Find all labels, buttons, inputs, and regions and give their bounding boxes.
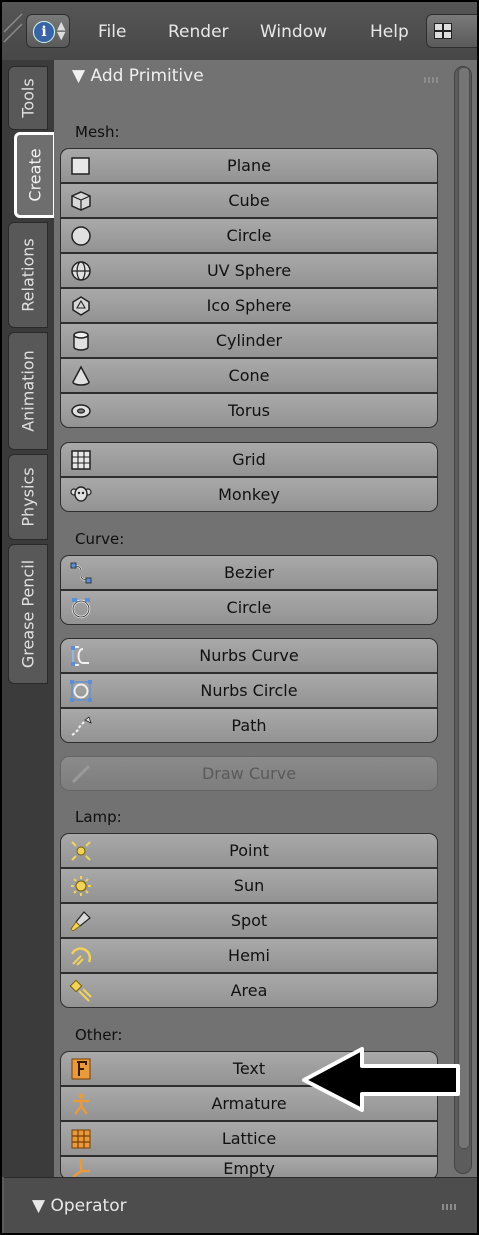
add-bezier-circle-button[interactable]: Circle [60, 590, 438, 625]
add-circle-button[interactable]: Circle [60, 218, 438, 253]
section-label-curve: Curve: [75, 530, 125, 548]
add-nurbs-curve-button[interactable]: Nurbs Curve [60, 638, 438, 673]
add-plane-button[interactable]: Plane [60, 148, 438, 183]
tab-relations[interactable]: Relations [8, 222, 48, 328]
annotation-arrow-icon [302, 1047, 460, 1112]
tab-physics[interactable]: Physics [8, 454, 48, 540]
add-uv-sphere-button[interactable]: UV Sphere [60, 253, 438, 288]
menu-file[interactable]: File [98, 22, 126, 42]
add-path-button[interactable]: Path [60, 708, 438, 743]
draw-curve-button[interactable]: Draw Curve [60, 756, 438, 791]
add-point-lamp-button[interactable]: Point [60, 833, 438, 868]
add-hemi-lamp-button[interactable]: Hemi [60, 938, 438, 973]
add-ico-sphere-button[interactable]: Ico Sphere [60, 288, 438, 323]
add-torus-button[interactable]: Torus [60, 393, 438, 428]
menu-window[interactable]: Window [260, 22, 327, 42]
add-lattice-button[interactable]: Lattice [60, 1121, 438, 1156]
add-bezier-button[interactable]: Bezier [60, 555, 438, 590]
section-label-mesh: Mesh: [75, 123, 120, 141]
tab-grease-pencil[interactable]: Grease Pencil [8, 544, 48, 684]
add-monkey-button[interactable]: Monkey [60, 477, 438, 512]
scrollbar[interactable] [454, 66, 472, 1174]
drag-grip-icon[interactable] [424, 77, 440, 83]
layout-grid-icon [434, 23, 452, 39]
add-sun-lamp-button[interactable]: Sun [60, 868, 438, 903]
menu-help[interactable]: Help [370, 22, 409, 42]
tab-tools[interactable]: Tools [8, 66, 48, 130]
add-spot-lamp-button[interactable]: Spot [60, 903, 438, 938]
add-nurbs-circle-button[interactable]: Nurbs Circle [60, 673, 438, 708]
add-cube-button[interactable]: Cube [60, 183, 438, 218]
tab-animation[interactable]: Animation [8, 332, 48, 450]
add-cylinder-button[interactable]: Cylinder [60, 323, 438, 358]
panel-header-add-primitive[interactable]: ▼ Add Primitive [72, 66, 204, 86]
operator-drag-grip-icon[interactable] [442, 1204, 458, 1210]
area-corner-grip-icon[interactable] [2, 2, 24, 60]
editor-type-button[interactable]: i ▲ ▼ [26, 14, 70, 48]
tab-create[interactable]: Create [14, 132, 56, 218]
add-cone-button[interactable]: Cone [60, 358, 438, 393]
menu-render[interactable]: Render [168, 22, 229, 42]
section-label-other: Other: [75, 1026, 123, 1044]
add-grid-button[interactable]: Grid [60, 442, 438, 477]
blender-tool-shelf: i ▲ ▼ File Render Window Help Tools Creat… [0, 0, 479, 1235]
screen-layout-button[interactable] [426, 14, 477, 48]
updown-arrows-icon: ▲ ▼ [57, 19, 66, 42]
tab-strip: Tools Create Relations Animation Physics… [2, 60, 56, 1177]
add-area-lamp-button[interactable]: Area [60, 973, 438, 1008]
scrollbar-thumb[interactable] [458, 67, 470, 1149]
operator-panel-header[interactable]: ▼ Operator [4, 1177, 477, 1233]
header-menubar: i ▲ ▼ File Render Window Help [2, 2, 477, 61]
info-icon: i [33, 21, 55, 43]
section-label-lamp: Lamp: [75, 808, 122, 826]
operator-title: ▼ Operator [32, 1196, 127, 1216]
